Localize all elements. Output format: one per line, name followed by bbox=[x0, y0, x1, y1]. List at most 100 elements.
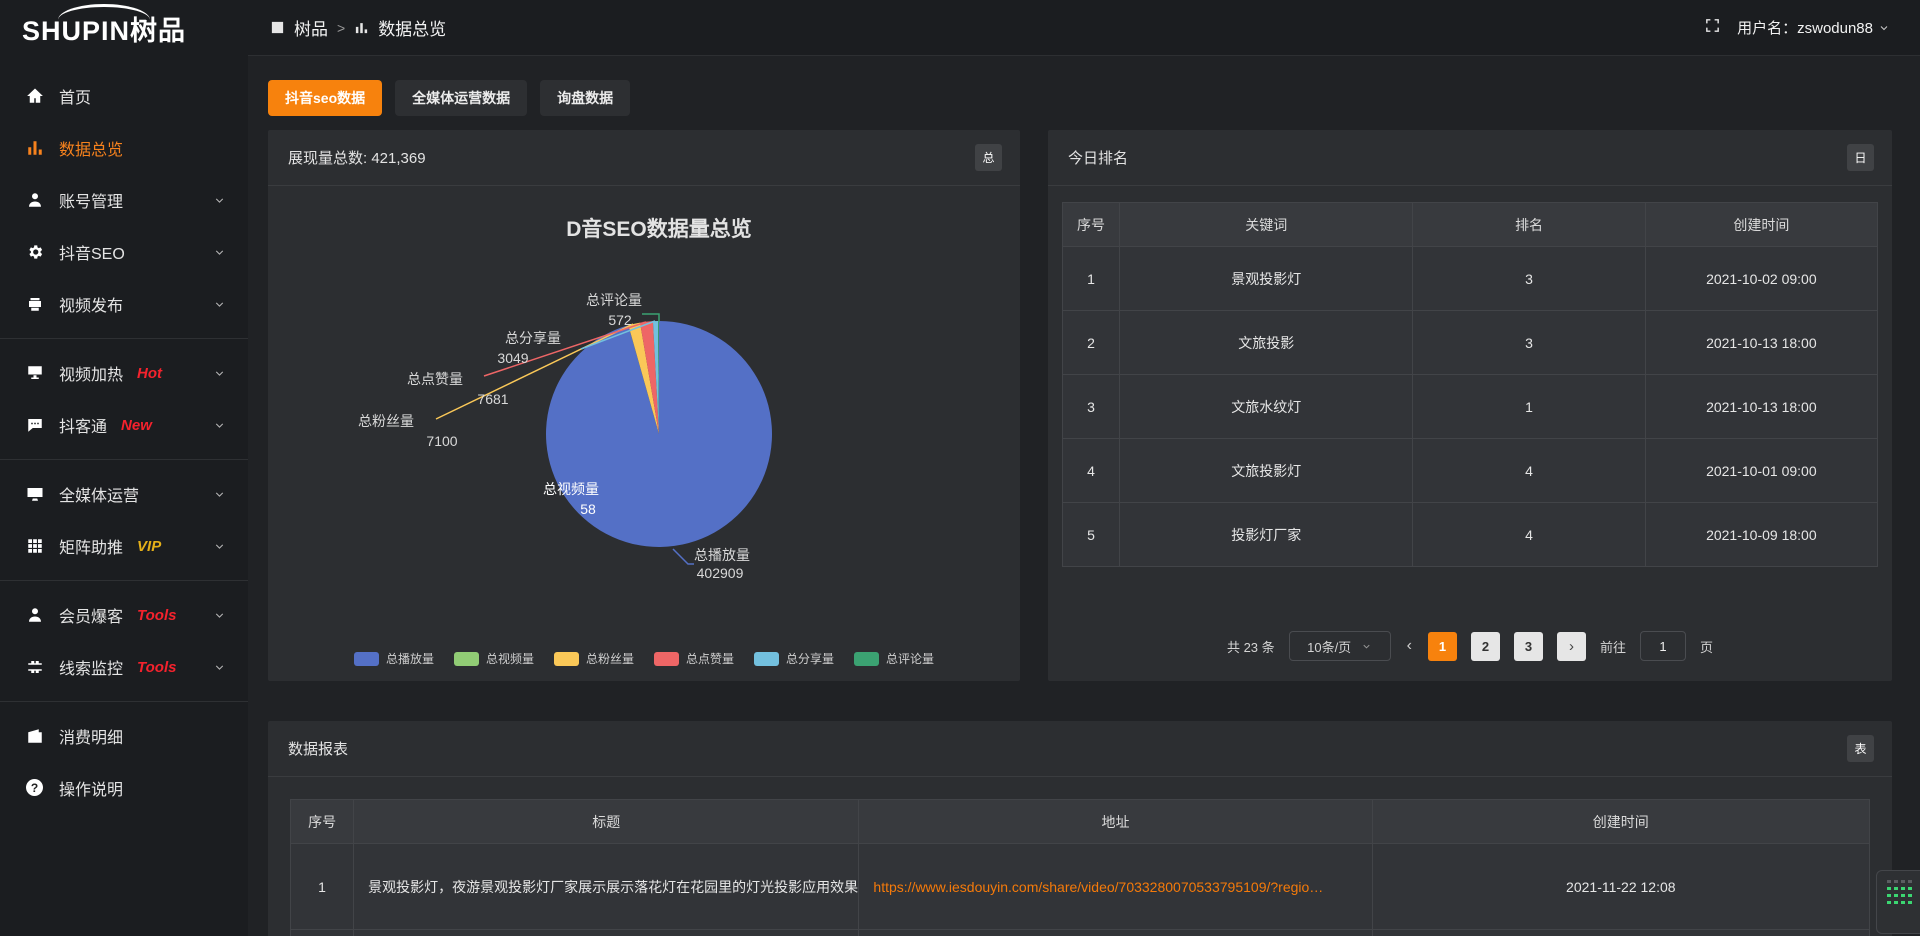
col-rank: 排名 bbox=[1413, 203, 1645, 247]
hot-badge: Hot bbox=[137, 365, 162, 382]
gear-icon bbox=[26, 243, 44, 261]
pie-label: 总播放量 bbox=[694, 547, 750, 563]
pie-label: 总视频量 bbox=[543, 481, 599, 497]
chevron-down-icon bbox=[213, 246, 226, 259]
breadcrumb-current: 数据总览 bbox=[378, 15, 446, 40]
sidebar-item-instructions[interactable]: ? 操作说明 bbox=[0, 762, 248, 814]
sidebar-item-label: 抖客通 bbox=[59, 413, 107, 437]
sidebar-item-label: 视频加热 bbox=[59, 361, 123, 385]
video-title-cell: 景观投影灯，夜游景观投影灯厂家展示展示落花灯在花园里的灯光投影应用效果 # bbox=[354, 844, 859, 930]
pie-label: 总分享量 bbox=[505, 330, 561, 346]
tools-badge: Tools bbox=[137, 607, 176, 624]
table-row: 2文旅投影32021-10-13 18:00 bbox=[1063, 311, 1878, 375]
report-table-header-row: 序号 标题 地址 创建时间 bbox=[291, 800, 1870, 844]
app-window: SHUPIN树品 首页 数据总览 账号管理 抖音SEO bbox=[0, 0, 1920, 936]
widget-line bbox=[1887, 894, 1913, 897]
chevron-down-icon bbox=[1361, 641, 1372, 652]
screen-push-icon bbox=[26, 364, 44, 382]
page-button-1[interactable]: 1 bbox=[1428, 632, 1457, 661]
rank-table-wrap: 序号 关键词 排名 创建时间 1景观投影灯32021-10-02 09:00 2… bbox=[1062, 202, 1878, 567]
chevron-down-icon bbox=[213, 609, 226, 622]
table-row: 1 景观投影灯，夜游景观投影灯厂家展示展示落花灯在花园里的灯光投影应用效果 # … bbox=[291, 844, 1870, 930]
goto-label: 前往 bbox=[1600, 637, 1626, 656]
vip-badge: VIP bbox=[137, 538, 161, 555]
chevron-down-icon bbox=[213, 488, 226, 501]
chevron-down-icon bbox=[213, 661, 226, 674]
video-url-link[interactable]: https://www.iesdouyin.com/share/video/70… bbox=[859, 844, 1372, 930]
floating-widget[interactable] bbox=[1876, 870, 1920, 934]
pie-label: 总点赞量 bbox=[407, 371, 463, 387]
col-created: 创建时间 bbox=[1645, 203, 1877, 247]
sidebar-item-video-heat[interactable]: 视频加热 Hot bbox=[0, 347, 248, 399]
sidebar-item-account[interactable]: 账号管理 bbox=[0, 174, 248, 226]
prev-page-button[interactable]: ‹ bbox=[1405, 637, 1414, 655]
sidebar-item-member-burst[interactable]: 会员爆客 Tools bbox=[0, 589, 248, 641]
pie-chart-area: 总播放量402909总视频量58总粉丝量7100总点赞量7681总分享量3049… bbox=[268, 186, 1020, 681]
sidebar-item-label: 抖音SEO bbox=[59, 240, 125, 264]
breadcrumb-separator: > bbox=[337, 20, 345, 36]
sidebar-item-consumption[interactable]: 消费明细 bbox=[0, 710, 248, 762]
sidebar: SHUPIN树品 首页 数据总览 账号管理 抖音SEO bbox=[0, 0, 248, 936]
seo-data-pie-chart: 总播放量402909总视频量58总粉丝量7100总点赞量7681总分享量3049… bbox=[268, 186, 1020, 641]
dashboard-grid: 展现量总数: 421,369 总 总播放量402909总视频量58总粉丝量710… bbox=[268, 130, 1892, 681]
col-keyword: 关键词 bbox=[1120, 203, 1413, 247]
sidebar-item-label: 账号管理 bbox=[59, 188, 123, 212]
breadcrumb: 树品 > 数据总览 bbox=[270, 15, 446, 40]
table-row: 1景观投影灯32021-10-02 09:00 bbox=[1063, 247, 1878, 311]
legend-item[interactable]: 总评论量 bbox=[854, 650, 934, 667]
rank-table-header-row: 序号 关键词 排名 创建时间 bbox=[1063, 203, 1878, 247]
pie-label: 572 bbox=[608, 312, 632, 328]
sidebar-item-label: 会员爆客 bbox=[59, 603, 123, 627]
legend-item[interactable]: 总粉丝量 bbox=[554, 650, 634, 667]
sidebar-item-doukor[interactable]: 抖客通 New bbox=[0, 399, 248, 451]
sidebar-item-lead-monitor[interactable]: 线索监控 Tools bbox=[0, 641, 248, 693]
legend-swatch bbox=[654, 652, 679, 666]
tab-douyin-seo-data[interactable]: 抖音seo数据 bbox=[268, 80, 382, 116]
tab-media-ops-data[interactable]: 全媒体运营数据 bbox=[395, 80, 527, 116]
page-button-3[interactable]: 3 bbox=[1514, 632, 1543, 661]
sidebar-item-video-publish[interactable]: 视频发布 bbox=[0, 278, 248, 330]
chevron-down-icon bbox=[213, 194, 226, 207]
grid-icon bbox=[26, 537, 44, 555]
legend-item[interactable]: 总播放量 bbox=[354, 650, 434, 667]
content: 抖音seo数据 全媒体运营数据 询盘数据 展现量总数: 421,369 总 总播… bbox=[248, 56, 1920, 936]
user-icon bbox=[26, 191, 44, 209]
logo-arc bbox=[58, 4, 150, 20]
report-table-wrap: 序号 标题 地址 创建时间 1 景观投影灯，夜游景观投影灯厂家展示展示落花灯在花… bbox=[290, 799, 1870, 936]
chart-legend: 总播放量 总视频量 总粉丝量 总点赞量 总分享量 总评论量 bbox=[268, 650, 1020, 667]
sidebar-item-matrix-boost[interactable]: 矩阵助推 VIP bbox=[0, 520, 248, 572]
page-button-2[interactable]: 2 bbox=[1471, 632, 1500, 661]
sidebar-item-home[interactable]: 首页 bbox=[0, 70, 248, 122]
col-title: 标题 bbox=[354, 800, 859, 844]
legend-item[interactable]: 总分享量 bbox=[754, 650, 834, 667]
day-badge[interactable]: 日 bbox=[1847, 144, 1874, 171]
chevron-down-icon bbox=[213, 419, 226, 432]
topbar: 树品 > 数据总览 用户名：zswodun88 bbox=[248, 0, 1920, 56]
user-menu[interactable]: 用户名：zswodun88 bbox=[1737, 17, 1890, 38]
sidebar-item-media-ops[interactable]: 全媒体运营 bbox=[0, 468, 248, 520]
report-panel-title: 数据报表 bbox=[288, 738, 348, 759]
breadcrumb-root[interactable]: 树品 bbox=[294, 15, 328, 40]
widget-line bbox=[1887, 887, 1913, 890]
pie-label: 7100 bbox=[426, 433, 457, 449]
legend-item[interactable]: 总点赞量 bbox=[654, 650, 734, 667]
next-page-button[interactable]: › bbox=[1557, 632, 1586, 661]
table-badge[interactable]: 表 bbox=[1847, 735, 1874, 762]
tab-inquiry-data[interactable]: 询盘数据 bbox=[540, 80, 630, 116]
fullscreen-icon[interactable] bbox=[1704, 17, 1721, 39]
pie-label: 58 bbox=[580, 501, 596, 517]
sidebar-item-data-overview[interactable]: 数据总览 bbox=[0, 122, 248, 174]
pie-label: 3049 bbox=[497, 350, 528, 366]
legend-swatch bbox=[854, 652, 879, 666]
page-size-select[interactable]: 10条/页 bbox=[1289, 631, 1391, 661]
goto-page-input[interactable] bbox=[1640, 631, 1686, 661]
legend-item[interactable]: 总视频量 bbox=[454, 650, 534, 667]
app-logo: SHUPIN树品 bbox=[0, 0, 248, 56]
sidebar-item-douyin-seo[interactable]: 抖音SEO bbox=[0, 226, 248, 278]
total-badge[interactable]: 总 bbox=[975, 144, 1002, 171]
app-square-icon bbox=[270, 20, 285, 35]
pie-label: 总评论量 bbox=[586, 292, 642, 308]
widget-line bbox=[1887, 880, 1913, 883]
col-no: 序号 bbox=[291, 800, 354, 844]
report-table: 序号 标题 地址 创建时间 1 景观投影灯，夜游景观投影灯厂家展示展示落花灯在花… bbox=[290, 799, 1870, 936]
